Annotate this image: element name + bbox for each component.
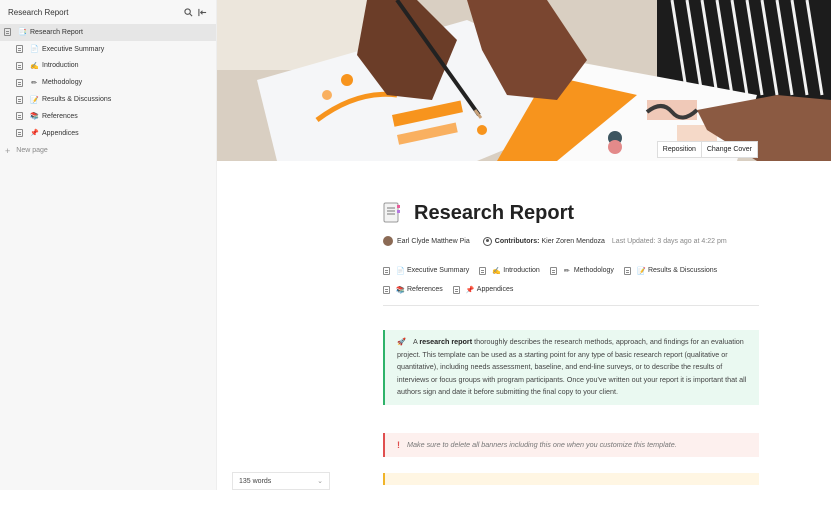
- new-page-button[interactable]: + New page: [0, 143, 216, 159]
- link-introduction[interactable]: ✍ Introduction: [479, 266, 540, 275]
- page-icon: [16, 112, 23, 121]
- page-icon: [383, 285, 390, 294]
- page-icon: [549, 266, 557, 275]
- books-icon: 📚: [396, 286, 405, 294]
- links-row: 📄 Executive Summary ✍ Introduction ✏ Met…: [383, 261, 759, 280]
- contributors-icon: [482, 236, 492, 246]
- link-executive-summary[interactable]: 📄 Executive Summary: [383, 266, 470, 275]
- page-icon: [16, 45, 23, 54]
- title-row: Research Report: [383, 195, 759, 231]
- new-page-label: New page: [16, 147, 48, 155]
- page-icon: [452, 285, 460, 294]
- links-row: 📚 References 📌 Appendices: [383, 280, 759, 299]
- chevron-down-icon[interactable]: ⌄: [317, 477, 323, 485]
- bookmark-tabs-icon: [383, 202, 400, 223]
- sidebar-item-label: Results & Discussions: [42, 96, 112, 104]
- link-methodology[interactable]: ✏ Methodology: [549, 266, 614, 275]
- author-name[interactable]: Earl Clyde Matthew Pia: [397, 238, 470, 245]
- change-cover-button[interactable]: Change Cover: [701, 141, 758, 158]
- warning-banner[interactable]: ! Make sure to delete all banners includ…: [383, 433, 759, 457]
- link-results-discussions[interactable]: 📝 Results & Discussions: [623, 266, 718, 275]
- sidebar-item-label: Appendices: [42, 129, 79, 137]
- link-label: References: [407, 286, 443, 293]
- page-facing-up-icon: 📄: [396, 267, 405, 275]
- sidebar-header: Research Report: [0, 0, 216, 24]
- cover-actions: Reposition Change Cover: [656, 141, 758, 158]
- sidebar-item-results-discussions[interactable]: 📝 Results & Discussions: [0, 91, 216, 108]
- sidebar-item-label: Introduction: [42, 62, 79, 70]
- memo-icon: 📝: [636, 267, 646, 275]
- link-appendices[interactable]: 📌 Appendices: [452, 285, 514, 294]
- pushpin-icon: 📌: [465, 286, 475, 294]
- sidebar: Research Report 📑 Research Report 📄 Exec…: [0, 0, 217, 490]
- link-label: Results & Discussions: [647, 267, 718, 274]
- exclamation-icon: !: [397, 439, 400, 450]
- page-title: Research Report: [414, 201, 575, 224]
- link-label: Introduction: [503, 267, 540, 274]
- pushpin-icon: 📌: [30, 130, 39, 138]
- bookmark-tabs-icon: 📑: [18, 29, 27, 37]
- sidebar-item-label: Methodology: [42, 79, 83, 87]
- memo-icon: 📝: [30, 96, 39, 104]
- sidebar-item-executive-summary[interactable]: 📄 Executive Summary: [0, 41, 216, 58]
- page-icon: [623, 266, 631, 275]
- subpage-links: 📄 Executive Summary ✍ Introduction ✏ Met…: [383, 261, 759, 306]
- contributors-name[interactable]: Kier Zoren Mendoza: [541, 238, 604, 245]
- collapse-sidebar-icon[interactable]: [196, 6, 208, 18]
- sidebar-item-label: References: [42, 112, 78, 120]
- sidebar-item-label: Executive Summary: [42, 45, 105, 53]
- writing-hand-icon: ✍: [492, 267, 501, 275]
- books-icon: 📚: [30, 113, 39, 121]
- sidebar-item-methodology[interactable]: ✏ Methodology: [0, 74, 216, 91]
- warning-banner-text: Make sure to delete all banners includin…: [407, 439, 677, 449]
- sidebar-item-label: Research Report: [30, 28, 83, 36]
- note-banner[interactable]: [383, 473, 759, 485]
- pencil-icon: ✏: [31, 79, 37, 87]
- page-icon: [4, 28, 11, 37]
- pencil-icon: ✏: [563, 267, 570, 275]
- page-icon: [16, 78, 23, 87]
- page-icon: [479, 266, 487, 275]
- plus-icon: +: [5, 145, 11, 156]
- link-label: Executive Summary: [407, 267, 470, 274]
- word-count: 135 words: [239, 477, 272, 485]
- page-icon: [16, 95, 23, 104]
- page-icon: [383, 266, 390, 275]
- banner-text-bold: research report: [419, 337, 473, 346]
- sidebar-title: Research Report: [8, 7, 69, 17]
- last-updated: Last Updated: 3 days ago at 4:22 pm: [611, 237, 727, 245]
- reposition-button[interactable]: Reposition: [656, 141, 702, 158]
- page-facing-up-icon: 📄: [30, 46, 39, 54]
- link-label: Appendices: [476, 286, 514, 293]
- sidebar-item-research-report[interactable]: 📑 Research Report: [0, 24, 216, 41]
- search-icon[interactable]: [182, 6, 194, 18]
- cover-image: Reposition Change Cover: [217, 0, 831, 161]
- bottom-strip: [0, 490, 831, 506]
- contributors-label: Contributors:: [494, 237, 540, 245]
- sidebar-item-introduction[interactable]: ✍ Introduction: [0, 58, 216, 75]
- page-meta: Earl Clyde Matthew Pia Contributors: Kie…: [383, 233, 759, 249]
- writing-hand-icon: ✍: [30, 62, 39, 70]
- link-label: Methodology: [573, 267, 614, 274]
- page-icon: [16, 129, 23, 138]
- sidebar-item-appendices[interactable]: 📌 Appendices: [0, 125, 216, 142]
- link-references[interactable]: 📚 References: [383, 285, 443, 294]
- word-count-widget[interactable]: 135 words ⌄: [232, 472, 330, 490]
- info-banner[interactable]: 🚀 A research report thoroughly describes …: [383, 330, 759, 405]
- page-icon: [16, 61, 23, 70]
- cover-photo-illustration: [217, 0, 831, 161]
- avatar: [383, 236, 393, 246]
- sidebar-item-references[interactable]: 📚 References: [0, 108, 216, 125]
- rocket-icon: 🚀: [397, 337, 406, 346]
- document: Research Report Earl Clyde Matthew Pia C…: [383, 195, 759, 485]
